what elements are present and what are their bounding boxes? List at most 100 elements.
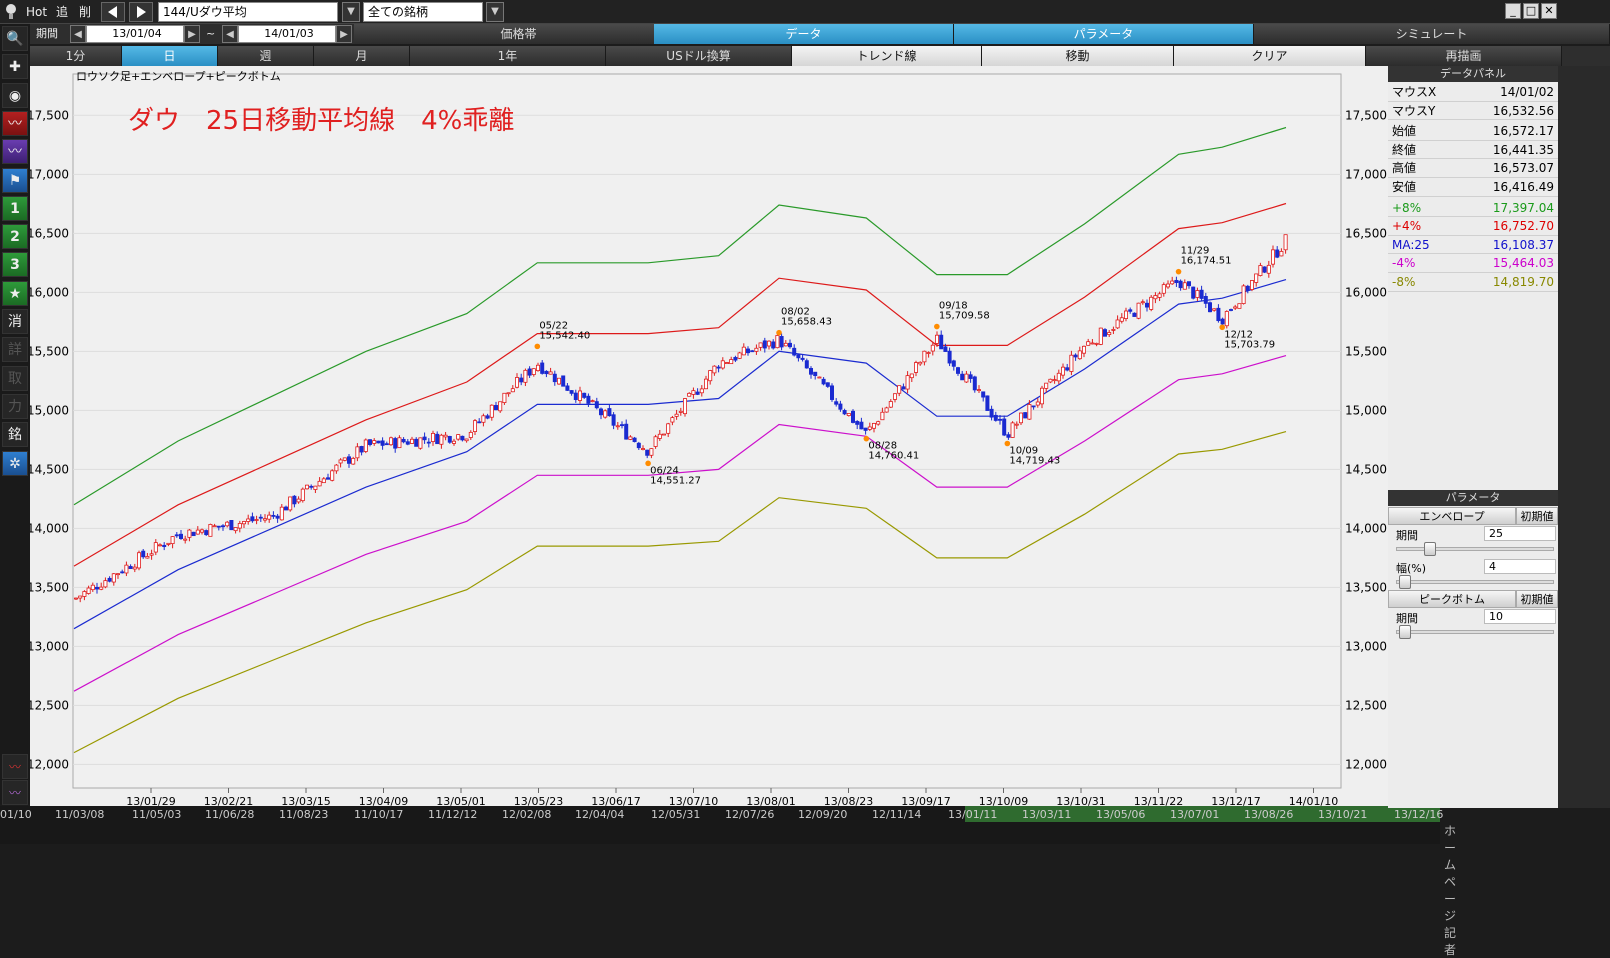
- candle-body: [279, 506, 284, 521]
- peak-tab[interactable]: ピークボトム: [1388, 590, 1516, 608]
- candle-body: [1119, 317, 1124, 322]
- fetch-button[interactable]: 取: [2, 365, 28, 391]
- candle-body: [1044, 382, 1049, 389]
- tab-top-3[interactable]: シミュレート: [1254, 24, 1610, 44]
- star-icon[interactable]: ★: [2, 280, 28, 306]
- input-button[interactable]: 力: [2, 393, 28, 419]
- list-field[interactable]: 全ての銘柄: [363, 2, 483, 22]
- prev-icon[interactable]: [101, 2, 125, 22]
- tab-interval-6[interactable]: トレンド線: [792, 46, 982, 66]
- search-icon[interactable]: 🔍: [2, 26, 28, 51]
- annotation-value: 15,658.43: [781, 317, 832, 328]
- candle-body: [132, 566, 137, 570]
- tab-top-0[interactable]: 価格帯: [354, 24, 684, 44]
- candle-body: [569, 390, 574, 394]
- y-tick-left: 15,500: [30, 344, 69, 358]
- gear-icon[interactable]: ✲: [2, 450, 28, 476]
- candle-body: [1065, 367, 1070, 371]
- overview-date-label: 13/01/11: [948, 808, 998, 821]
- candle-body: [1241, 285, 1246, 304]
- candle-body: [367, 439, 372, 445]
- price-chart[interactable]: 17,500 17,500 17,000 17,000 16,500 16,500 16,0…: [30, 66, 1388, 808]
- period-slider[interactable]: [1396, 547, 1554, 551]
- peak-period-slider[interactable]: [1396, 630, 1554, 634]
- tab-top-1[interactable]: データ: [654, 24, 954, 44]
- candle-body: [292, 495, 297, 505]
- maximize-icon[interactable]: □: [1523, 3, 1539, 19]
- mini-red-chart-icon[interactable]: 〰: [2, 754, 28, 779]
- from-prev-icon[interactable]: ◀: [70, 25, 86, 43]
- y-tick-left: 17,000: [30, 167, 69, 181]
- camera-icon[interactable]: ◉: [2, 82, 28, 108]
- period-param-field[interactable]: 25: [1484, 526, 1556, 541]
- flag-icon[interactable]: ⚑: [2, 167, 28, 193]
- tab-interval-1[interactable]: 日: [122, 46, 218, 66]
- width-slider[interactable]: [1396, 580, 1554, 584]
- tab-top-2[interactable]: パラメータ: [954, 24, 1254, 44]
- list-dropdown-icon[interactable]: ▼: [486, 2, 504, 22]
- hot-button[interactable]: Hot: [26, 0, 47, 24]
- to-date-field[interactable]: 14/01/03: [238, 25, 336, 43]
- detail-button[interactable]: 詳: [2, 337, 28, 363]
- width-slider-thumb[interactable]: [1399, 575, 1411, 589]
- layout-2-button[interactable]: 2: [2, 224, 28, 250]
- peak-init-button[interactable]: 初期値: [1516, 590, 1558, 608]
- delete-button[interactable]: 削: [79, 0, 91, 24]
- symbol-field[interactable]: 144/Uダウ平均: [158, 2, 338, 22]
- tab-interval-8[interactable]: クリア: [1174, 46, 1366, 66]
- tab-interval-2[interactable]: 週: [218, 46, 314, 66]
- minimize-icon[interactable]: _: [1505, 3, 1521, 19]
- next-icon[interactable]: [129, 2, 153, 22]
- layout-1-button[interactable]: 1: [2, 195, 28, 221]
- overview-date-label: 11/05/03: [132, 808, 182, 821]
- y-tick-right: 16,000: [1345, 285, 1387, 299]
- datapanel-value: 16,572.17: [1492, 124, 1554, 139]
- crosshair-icon[interactable]: ✚: [2, 54, 28, 80]
- tab-interval-5[interactable]: USドル換算: [606, 46, 792, 66]
- layout-3-button[interactable]: 3: [2, 252, 28, 278]
- symbol-dropdown-icon[interactable]: ▼: [342, 2, 360, 22]
- plot-area[interactable]: [72, 73, 1342, 789]
- candle-body: [1220, 318, 1225, 325]
- chart-area[interactable]: 17,500 17,500 17,000 17,000 16,500 16,500 16,0…: [30, 66, 1388, 808]
- datapanel-row: マウスY 16,532.56: [1388, 102, 1558, 121]
- width-param-field[interactable]: 4: [1484, 559, 1556, 574]
- tab-interval-9[interactable]: 再描画: [1366, 46, 1562, 66]
- tab-interval-7[interactable]: 移動: [982, 46, 1174, 66]
- candle-body: [90, 584, 95, 591]
- candle-body: [296, 498, 301, 503]
- tab-interval-4[interactable]: 1年: [410, 46, 606, 66]
- to-next-icon[interactable]: ▶: [336, 25, 352, 43]
- candle-body: [510, 388, 515, 393]
- red-chart-icon[interactable]: 〰: [2, 110, 28, 136]
- candle-body: [1124, 310, 1129, 319]
- candle-body: [762, 340, 767, 349]
- to-prev-icon[interactable]: ◀: [222, 25, 238, 43]
- add-button[interactable]: 追: [56, 0, 68, 24]
- candle-body: [796, 354, 801, 359]
- close-icon[interactable]: ✕: [1541, 3, 1557, 19]
- tab-interval-3[interactable]: 月: [314, 46, 410, 66]
- peak-period-slider-thumb[interactable]: [1399, 625, 1411, 639]
- mini-purple-chart-icon[interactable]: 〰: [2, 780, 28, 805]
- candle-body: [405, 441, 410, 445]
- peak-period-field[interactable]: 10: [1484, 609, 1556, 624]
- candle-body: [704, 378, 709, 390]
- candle-body: [809, 367, 814, 375]
- from-next-icon[interactable]: ▶: [184, 25, 200, 43]
- purple-chart-icon[interactable]: 〰: [2, 139, 28, 165]
- candle-body: [678, 410, 683, 413]
- symbol-button[interactable]: 銘: [2, 422, 28, 448]
- envelope-tab[interactable]: エンベロープ: [1388, 507, 1516, 525]
- erase-button[interactable]: 消: [2, 309, 28, 334]
- bulb-icon[interactable]: [4, 3, 18, 21]
- overview-date-label: 13/08/26: [1244, 808, 1294, 821]
- candle-body: [578, 390, 583, 401]
- period-slider-thumb[interactable]: [1424, 542, 1436, 556]
- y-tick-left: 17,500: [30, 108, 69, 122]
- tab-interval-0[interactable]: 1分: [30, 46, 122, 66]
- from-date-field[interactable]: 13/01/04: [86, 25, 184, 43]
- overview-strip[interactable]: ホームページ 記者 01/10 11/03/08 11/05/03 11/06/28 1…: [0, 806, 1456, 957]
- envelope-init-button[interactable]: 初期値: [1516, 507, 1558, 525]
- candle-body: [565, 385, 570, 391]
